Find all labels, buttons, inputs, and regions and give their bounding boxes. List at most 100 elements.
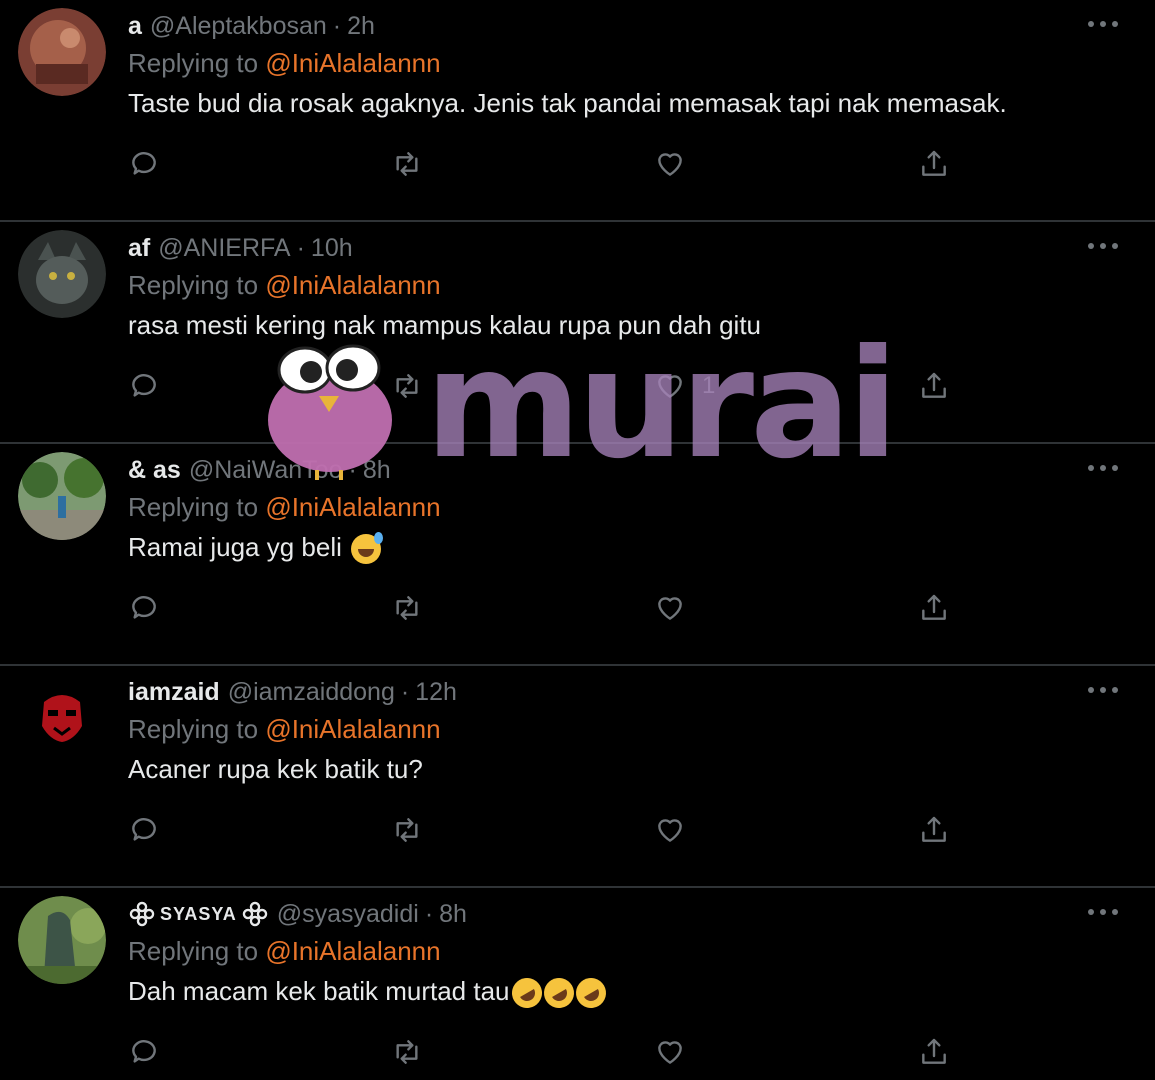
tweet-actions — [0, 1026, 1155, 1078]
avatar[interactable] — [18, 230, 106, 318]
like-icon[interactable] — [644, 1026, 696, 1078]
more-icon[interactable] — [1086, 12, 1120, 36]
replying-to-line: Replying to @IniAlalalannn — [128, 714, 441, 745]
replying-to-mention[interactable]: @IniAlalalannn — [265, 270, 440, 300]
like-icon[interactable] — [644, 360, 696, 412]
display-name[interactable]: af — [128, 234, 150, 263]
tweet-text: Acaner rupa kek batik tu? — [128, 754, 423, 784]
display-name[interactable]: SYASYA — [160, 904, 237, 925]
more-icon[interactable] — [1086, 900, 1120, 924]
grinning-sweat-emoji — [351, 532, 384, 565]
reply-tweet[interactable]: a @Aleptakbosan · 2h Replying to @IniAla… — [0, 0, 1155, 222]
tweet-header: SYASYA @syasyadidi · 8h — [128, 898, 467, 930]
timestamp[interactable]: 8h — [363, 456, 391, 485]
replying-to-mention[interactable]: @IniAlalalannn — [265, 714, 440, 744]
user-handle[interactable]: @Aleptakbosan — [150, 12, 327, 41]
reply-icon[interactable] — [118, 1026, 170, 1078]
user-handle[interactable]: @syasyadidi — [277, 900, 419, 929]
reply-icon[interactable] — [118, 138, 170, 190]
replying-to-label: Replying to — [128, 492, 259, 522]
rofl-emoji — [506, 972, 547, 1014]
replying-to-line: Replying to @IniAlalalannn — [128, 270, 441, 301]
like-count: 1 — [702, 372, 716, 399]
share-icon[interactable] — [908, 138, 960, 190]
reply-tweet[interactable]: iamzaid @iamzaiddong · 12h Replying to @… — [0, 666, 1155, 888]
replying-to-line: Replying to @IniAlalalannn — [128, 48, 441, 79]
display-name[interactable]: & as — [128, 456, 181, 485]
share-icon[interactable] — [908, 804, 960, 856]
timestamp[interactable]: 2h — [347, 12, 375, 41]
replying-to-label: Replying to — [128, 48, 259, 78]
like-icon[interactable] — [644, 582, 696, 634]
avatar[interactable] — [18, 452, 106, 540]
separator-dot: · — [332, 11, 342, 40]
tweet-actions — [0, 582, 1155, 634]
tweet-text: Dah macam kek batik murtad tau — [128, 976, 510, 1006]
user-handle[interactable]: @ANIERFA — [158, 234, 290, 263]
rofl-emoji — [538, 972, 579, 1014]
tweet-header: af @ANIERFA · 10h — [128, 232, 353, 264]
timestamp[interactable]: 10h — [311, 234, 353, 263]
tweet-text: rasa mesti kering nak mampus kalau rupa … — [128, 310, 762, 340]
retweet-icon[interactable] — [381, 804, 433, 856]
flower-icon — [242, 901, 267, 927]
retweet-icon[interactable] — [381, 138, 433, 190]
user-handle[interactable]: @NaiWanToo — [189, 456, 343, 485]
tweet-header: iamzaid @iamzaiddong · 12h — [128, 676, 457, 708]
tweet-header: & as @NaiWanToo · 8h — [128, 454, 391, 486]
more-icon[interactable] — [1086, 678, 1120, 702]
reply-tweet[interactable]: SYASYA @syasyadidi · 8h Replying to @Ini… — [0, 888, 1155, 1080]
separator-dot: · — [424, 899, 434, 928]
tweet-actions — [0, 138, 1155, 190]
tweet-text-line: Ramai juga yg beli — [128, 532, 384, 565]
more-icon[interactable] — [1086, 456, 1120, 480]
display-name[interactable]: a — [128, 12, 142, 41]
share-icon[interactable] — [908, 582, 960, 634]
separator-dot: · — [348, 455, 357, 484]
avatar[interactable] — [18, 674, 106, 762]
reply-tweet[interactable]: af @ANIERFA · 10h Replying to @IniAlalal… — [0, 222, 1155, 444]
reply-icon[interactable] — [118, 804, 170, 856]
avatar-image — [18, 896, 106, 984]
flower-icon — [129, 901, 155, 927]
separator-dot: · — [400, 677, 410, 706]
replies-feed: a @Aleptakbosan · 2h Replying to @IniAla… — [0, 0, 1155, 1080]
replying-to-mention[interactable]: @IniAlalalannn — [265, 936, 440, 966]
like-icon[interactable] — [644, 804, 696, 856]
share-icon[interactable] — [908, 360, 960, 412]
avatar-image — [18, 674, 106, 762]
replying-to-line: Replying to @IniAlalalannn — [128, 936, 441, 967]
retweet-icon[interactable] — [381, 582, 433, 634]
replying-to-mention[interactable]: @IniAlalalannn — [265, 48, 440, 78]
tweet-actions: 1 — [0, 360, 1155, 412]
avatar-image — [18, 230, 106, 318]
timestamp[interactable]: 12h — [415, 678, 457, 707]
tweet-actions — [0, 804, 1155, 856]
share-icon[interactable] — [908, 1026, 960, 1078]
replying-to-mention[interactable]: @IniAlalalannn — [265, 492, 440, 522]
avatar-image — [18, 452, 106, 540]
tweet-text-line: Dah macam kek batik murtad tau — [128, 972, 611, 1014]
replying-to-label: Replying to — [128, 714, 259, 744]
replying-to-line: Replying to @IniAlalalannn — [128, 492, 441, 523]
tweet-text: Taste bud dia rosak agaknya. Jenis tak p… — [128, 88, 1007, 118]
tweet-header: a @Aleptakbosan · 2h — [128, 10, 375, 42]
reply-tweet[interactable]: & as @NaiWanToo · 8h Replying to @IniAla… — [0, 444, 1155, 666]
avatar[interactable] — [18, 8, 106, 96]
more-icon[interactable] — [1086, 234, 1120, 258]
rofl-emoji — [570, 972, 611, 1014]
reply-icon[interactable] — [118, 360, 170, 412]
like-icon[interactable] — [644, 138, 696, 190]
separator-dot: · — [296, 233, 305, 262]
display-name[interactable]: iamzaid — [128, 678, 220, 707]
user-handle[interactable]: @iamzaiddong — [228, 678, 395, 707]
avatar[interactable] — [18, 896, 106, 984]
timestamp[interactable]: 8h — [439, 900, 467, 929]
replying-to-label: Replying to — [128, 936, 259, 966]
reply-icon[interactable] — [118, 582, 170, 634]
tweet-text: Ramai juga yg beli — [128, 532, 342, 562]
avatar-image — [18, 8, 106, 96]
retweet-icon[interactable] — [381, 1026, 433, 1078]
replying-to-label: Replying to — [128, 270, 259, 300]
retweet-icon[interactable] — [381, 360, 433, 412]
